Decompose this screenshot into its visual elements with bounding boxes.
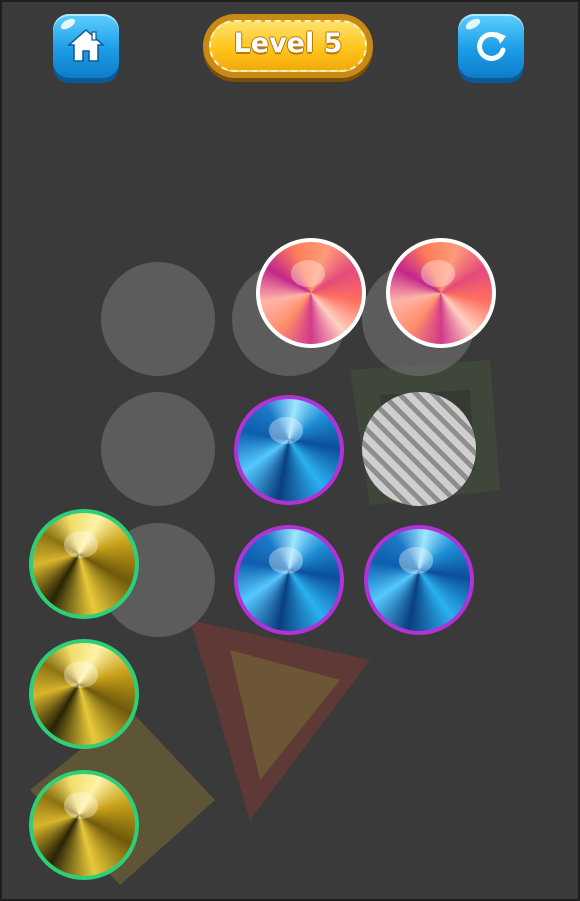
locked-slot bbox=[362, 392, 476, 506]
home-button[interactable] bbox=[53, 14, 119, 78]
pink-gem[interactable] bbox=[386, 238, 496, 348]
level-label: Level 5 bbox=[233, 28, 343, 59]
pink-gem[interactable] bbox=[256, 238, 366, 348]
blue-gem[interactable] bbox=[234, 525, 344, 635]
level-indicator: Level 5 bbox=[203, 14, 373, 78]
blue-gem[interactable] bbox=[234, 395, 344, 505]
blue-gem[interactable] bbox=[364, 525, 474, 635]
gold-gem[interactable] bbox=[29, 509, 139, 619]
restart-icon bbox=[477, 31, 506, 61]
home-icon bbox=[67, 28, 105, 62]
empty-slot[interactable] bbox=[101, 392, 215, 506]
gold-gem[interactable] bbox=[29, 770, 139, 880]
restart-button[interactable] bbox=[458, 14, 524, 78]
gold-gem[interactable] bbox=[29, 639, 139, 749]
empty-slot[interactable] bbox=[101, 262, 215, 376]
